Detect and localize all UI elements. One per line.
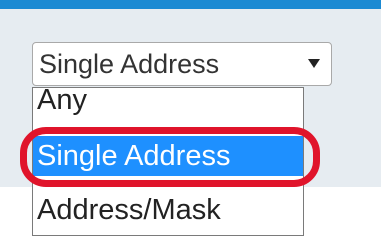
triangle-down-icon <box>308 59 320 68</box>
select-value: Single Address <box>39 49 220 79</box>
top-accent-bar <box>0 0 381 9</box>
annotation-highlight-ring <box>20 127 320 187</box>
option-address-mask[interactable]: Address/Mask <box>33 190 303 230</box>
address-type-select[interactable]: Single Address <box>32 42 332 86</box>
option-any[interactable]: Any <box>33 88 303 120</box>
